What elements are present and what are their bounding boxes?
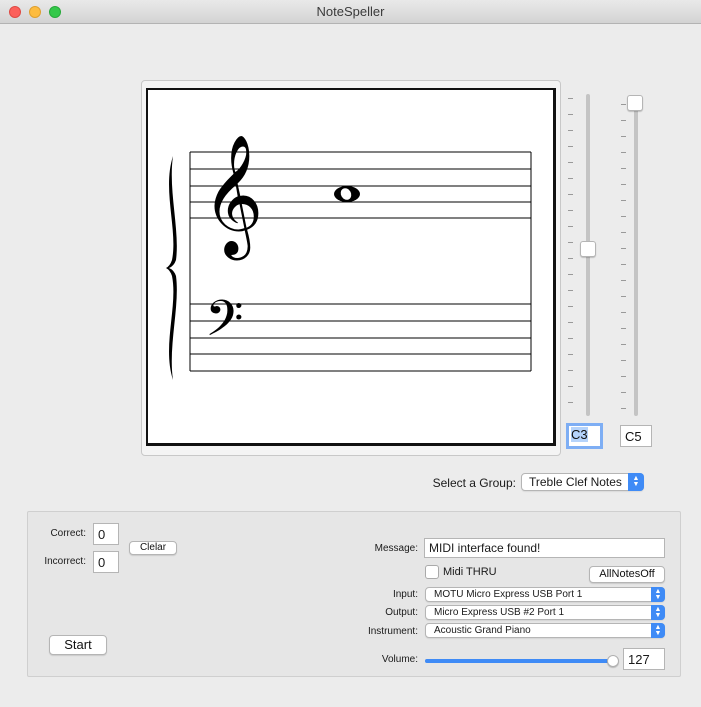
window-title: NoteSpeller <box>316 4 385 19</box>
midi-thru-checkbox[interactable] <box>425 565 439 579</box>
group-label: Select a Group: <box>432 476 516 490</box>
app-window: NoteSpeller 𝄞 𝄢 C3 C5 Select a Group: Tr… <box>0 0 701 707</box>
high-range-value: C5 <box>625 429 642 444</box>
popup-arrows-icon: ▲ ▼ <box>651 605 665 620</box>
grand-staff-drawing: 𝄞 𝄢 <box>166 133 532 380</box>
volume-slider-fill <box>425 659 613 663</box>
popup-arrows-icon: ▲ ▼ <box>651 623 665 638</box>
low-range-value: C3 <box>571 427 588 442</box>
high-range-ticks <box>621 104 626 414</box>
popup-arrows-icon: ▲ ▼ <box>628 473 644 491</box>
message-label: Message: <box>374 543 418 554</box>
correct-count: 0 <box>98 527 106 542</box>
low-range-slider-thumb[interactable] <box>580 241 596 257</box>
low-range-field[interactable]: C3 <box>566 423 603 449</box>
group-popup[interactable]: Treble Clef Notes ▲ ▼ <box>521 473 644 491</box>
volume-slider-track[interactable] <box>425 659 617 663</box>
bass-clef-icon: 𝄢 <box>205 290 244 360</box>
incorrect-count-field: 0 <box>93 551 119 573</box>
input-value: MOTU Micro Express USB Port 1 <box>434 589 583 600</box>
incorrect-label: Incorrect: <box>44 556 86 567</box>
start-button[interactable]: Start <box>49 635 107 655</box>
high-range-slider-track[interactable] <box>634 100 638 416</box>
output-label: Output: <box>385 607 418 618</box>
volume-field[interactable]: 127 <box>623 648 665 670</box>
instrument-popup[interactable]: Acoustic Grand Piano ▲ ▼ <box>425 623 665 638</box>
input-label: Input: <box>392 589 418 600</box>
incorrect-count: 0 <box>98 555 106 570</box>
correct-label: Correct: <box>50 528 86 539</box>
group-selected-value: Treble Clef Notes <box>529 475 622 489</box>
whole-note-icon <box>334 186 360 202</box>
popup-arrows-icon: ▲ ▼ <box>651 587 665 602</box>
correct-count-field: 0 <box>93 523 119 545</box>
clear-button[interactable]: Clelar <box>129 541 177 555</box>
volume-value: 127 <box>628 652 650 667</box>
midi-thru-label: Midi THRU <box>443 566 497 578</box>
input-popup[interactable]: MOTU Micro Express USB Port 1 ▲ ▼ <box>425 587 665 602</box>
high-range-field[interactable]: C5 <box>620 425 652 447</box>
low-range-ticks <box>568 98 573 414</box>
output-popup[interactable]: Micro Express USB #2 Port 1 ▲ ▼ <box>425 605 665 620</box>
volume-slider-knob[interactable] <box>607 655 619 667</box>
message-field: MIDI interface found! <box>424 538 665 558</box>
volume-label: Volume: <box>381 654 418 665</box>
title-bar: NoteSpeller <box>0 0 701 24</box>
brace-icon <box>166 156 177 380</box>
instrument-label: Instrument: <box>367 626 418 637</box>
output-value: Micro Express USB #2 Port 1 <box>434 607 565 618</box>
high-range-slider-thumb[interactable] <box>627 95 643 111</box>
all-notes-off-button[interactable]: AllNotesOff <box>589 566 665 583</box>
instrument-value: Acoustic Grand Piano <box>434 625 531 636</box>
grand-staff-view: 𝄞 𝄢 <box>146 88 556 446</box>
treble-clef-icon: 𝄞 <box>202 133 263 260</box>
message-value: MIDI interface found! <box>429 541 541 555</box>
